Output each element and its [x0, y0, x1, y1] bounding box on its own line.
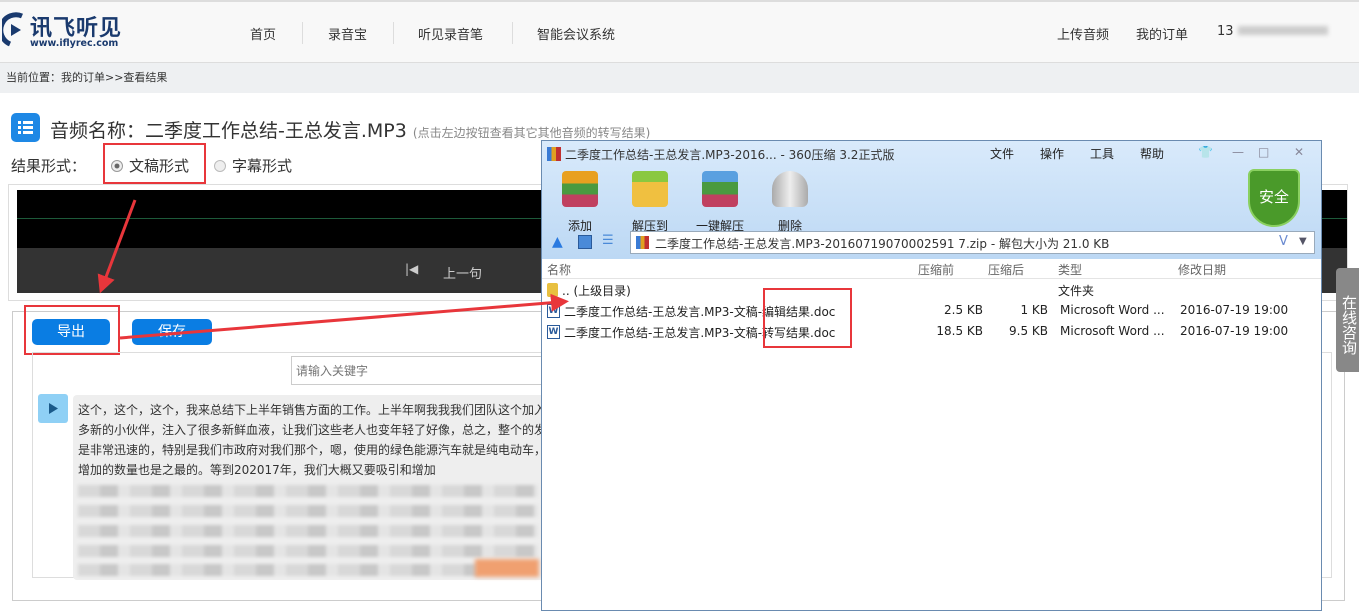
play-segment-button[interactable] [38, 394, 68, 423]
nav-luyinbao[interactable]: 录音宝 [328, 24, 367, 43]
list-toggle-button[interactable] [11, 113, 40, 142]
transcript-segment[interactable]: 这个，这个，这个，我来总结下上半年销售方面的工作。上半年啊我我我们团队这个加入了… [73, 395, 545, 580]
file-date: 2016-07-19 19:00 [1180, 303, 1288, 317]
menu-file[interactable]: 文件 [990, 145, 1014, 162]
nav-home[interactable]: 首页 [250, 24, 276, 43]
audio-name: 音频名称：二季度工作总结-王总发言.MP3 [50, 120, 407, 142]
transcript-line: 这个，这个，这个，我来总结下上半年销售方面的工作。上半年啊我我我们团队这个加入了… [78, 400, 545, 420]
one-click-extract-icon[interactable] [702, 171, 738, 207]
maximize-icon[interactable]: □ [1258, 145, 1269, 159]
file-date: 2016-07-19 19:00 [1180, 324, 1288, 338]
zip-window: 二季度工作总结-王总发言.MP3-2016... - 360压缩 3.2正式版 … [541, 140, 1322, 611]
file-type: 文件夹 [1058, 282, 1094, 299]
add-button[interactable]: 添加 [550, 217, 610, 234]
radio-unchecked[interactable] [214, 160, 226, 172]
col-modified[interactable]: 修改日期 [1178, 261, 1226, 278]
size-before: 2.5 KB [897, 303, 983, 317]
title-hint: (点击左边按钮查看其它其他音频的转写结果) [413, 126, 650, 140]
logo-url: www.iflyrec.com [30, 38, 118, 49]
transcript-line: 多新的小伙伴，注入了很多新鲜血液，让我们这些老人也变年轻了好像，总之，整个的发展 [78, 420, 545, 440]
skin-icon[interactable]: 👕 [1198, 145, 1213, 159]
play-icon [38, 394, 68, 423]
ear-logo-icon [2, 10, 28, 50]
safe-shield-badge: 安全 [1248, 169, 1300, 227]
annotation-box [763, 288, 852, 348]
zip-file-icon [636, 236, 649, 249]
folder-icon [547, 283, 558, 297]
file-row[interactable]: W 二季度工作总结-王总发言.MP3-文稿-编辑结果.doc 2.5 KB 1 … [547, 303, 1307, 323]
window-title: 二季度工作总结-王总发言.MP3-2016... - 360压缩 3.2正式版 [565, 146, 894, 163]
trash-icon[interactable] [772, 171, 808, 207]
file-type: Microsoft Word ... [1060, 303, 1165, 317]
size-before: 18.5 KB [897, 324, 983, 338]
add-icon[interactable] [562, 171, 598, 207]
up-icon[interactable]: ▲ [552, 234, 563, 250]
nav-recorder-pen[interactable]: 听见录音笔 [418, 24, 483, 43]
col-size-after[interactable]: 压缩后 [988, 261, 1024, 278]
top-header: 讯飞听见 www.iflyrec.com 首页 录音宝 听见录音笔 智能会议系统… [0, 0, 1359, 63]
size-after: 9.5 KB [977, 324, 1048, 338]
col-type[interactable]: 类型 [1058, 261, 1082, 278]
size-after: 1 KB [977, 303, 1048, 317]
close-icon[interactable]: ✕ [1294, 145, 1304, 159]
upload-audio-link[interactable]: 上传音频 [1057, 24, 1109, 43]
file-name: .. (上级目录) [562, 282, 631, 299]
divider [302, 22, 303, 44]
account-number: 13 [1217, 24, 1234, 39]
transcript-line: 是非常迅速的，特别是我们市政府对我们那个，嗯，使用的绿色能源汽车就是纯电动车， [78, 440, 545, 460]
col-size-before[interactable]: 压缩前 [918, 261, 954, 278]
path-bar[interactable]: 二季度工作总结-王总发言.MP3-20160719070002591 7.zip… [630, 231, 1315, 254]
divider [393, 22, 394, 44]
format-label: 结果形式： [11, 155, 86, 176]
transcript-line: 增加的数量也是之最的。等到202017年，我们大概又要吸引和增加 [78, 460, 545, 480]
format-option-label: 字幕形式 [232, 157, 292, 175]
list-icon [11, 113, 40, 142]
save-button[interactable]: 保存 [132, 319, 212, 345]
prev-icon[interactable]: |◀ [405, 262, 418, 276]
menu-help[interactable]: 帮助 [1140, 145, 1164, 162]
audio-title: 音频名称：二季度工作总结-王总发言.MP3 (点击左边按钮查看其它其他音频的转写… [50, 116, 650, 143]
online-consult-tab[interactable]: 在线咨询 [1336, 268, 1359, 372]
format-option-subtitle[interactable]: 字幕形式 [214, 155, 292, 176]
menu-tools[interactable]: 工具 [1090, 145, 1114, 162]
verify-icon[interactable]: V [1279, 234, 1288, 249]
zip-app-icon [547, 147, 561, 161]
divider [512, 22, 513, 44]
list-view-icon[interactable]: ☰ [602, 233, 614, 248]
file-row[interactable]: W 二季度工作总结-王总发言.MP3-文稿-转写结果.doc 18.5 KB 9… [547, 324, 1307, 344]
view-icon[interactable] [578, 235, 592, 249]
annotation-box [24, 305, 120, 355]
annotation-box [103, 143, 206, 184]
file-row-parent[interactable]: .. (上级目录) 文件夹 [547, 282, 1307, 302]
my-orders-link[interactable]: 我的订单 [1136, 24, 1188, 43]
extract-to-icon[interactable] [632, 171, 668, 207]
menu-operate[interactable]: 操作 [1040, 145, 1064, 162]
minimize-icon[interactable]: — [1232, 145, 1244, 159]
dropdown-arrow-icon[interactable]: ▼ [1299, 236, 1307, 247]
file-type: Microsoft Word ... [1060, 324, 1165, 338]
col-name[interactable]: 名称 [547, 261, 571, 278]
archive-path: 二季度工作总结-王总发言.MP3-20160719070002591 7.zip… [655, 235, 1109, 252]
breadcrumb: 当前位置：我的订单>>查看结果 [0, 63, 1359, 93]
user-account[interactable]: 13 [1217, 24, 1328, 39]
word-doc-icon: W [547, 325, 560, 339]
word-doc-icon: W [547, 304, 560, 318]
nav-meeting-system[interactable]: 智能会议系统 [537, 24, 615, 43]
prev-sentence-button[interactable]: 上一句 [443, 263, 482, 282]
